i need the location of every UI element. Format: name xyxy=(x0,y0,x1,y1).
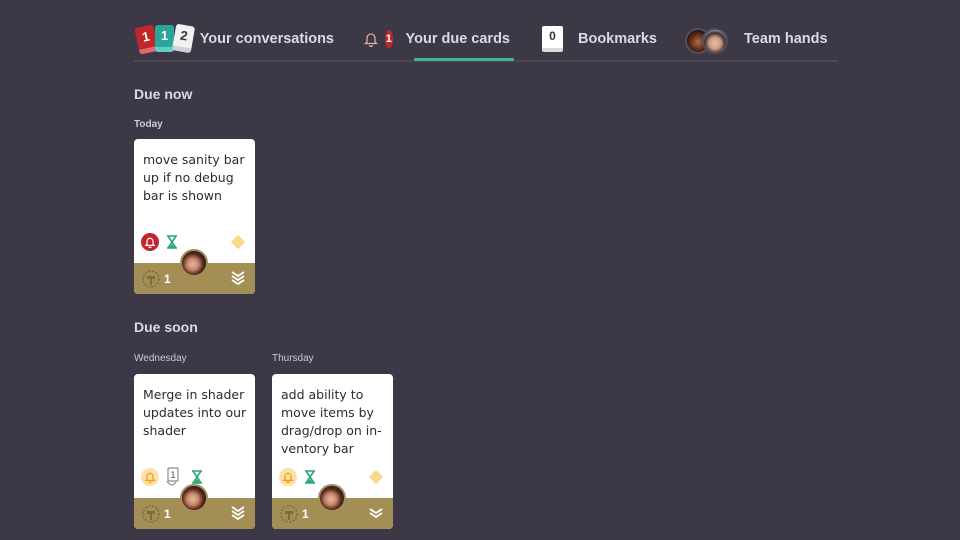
hourglass-icon xyxy=(191,470,203,484)
bell-overdue-icon xyxy=(141,233,159,251)
owner-avatar[interactable] xyxy=(180,249,208,277)
tab-label-text: Your due cards xyxy=(405,31,510,47)
effort-hammer-icon xyxy=(142,270,160,288)
mini-card-white: 2 xyxy=(171,23,196,54)
card-footer: 1 xyxy=(134,249,255,294)
priority-diamond-icon xyxy=(368,469,384,485)
tab-team-hands[interactable]: Team hands xyxy=(685,18,840,60)
chevrons-down-icon[interactable] xyxy=(230,504,246,520)
tab-label: Bookmarks xyxy=(578,31,657,47)
top-nav: 1 1 2 Your conversations 1 Your due card… xyxy=(134,18,840,62)
section-title-due-soon: Due soon xyxy=(134,319,198,335)
avatar-teammate-2 xyxy=(702,28,728,54)
day-label: Wednesday xyxy=(134,353,187,364)
effort-hammer-icon xyxy=(280,505,298,523)
tab-your-conversations[interactable]: 1 1 2 Your conversations xyxy=(134,18,334,60)
bookmark-card-icon: 0 xyxy=(542,26,563,52)
tab-label: Team hands xyxy=(744,31,828,47)
effort-count: 1 xyxy=(164,272,171,286)
day-label: Today xyxy=(134,119,163,130)
tab-label: Your due cards xyxy=(406,31,510,47)
day-label: Thursday xyxy=(272,353,314,364)
section-title-due-now: Due now xyxy=(134,86,193,102)
chevrons-down-icon[interactable] xyxy=(368,504,384,520)
card-title: add ability to move items by drag/drop o… xyxy=(281,387,382,456)
bell-icon xyxy=(364,31,378,47)
due-card[interactable]: Merge in shader updates into our shader … xyxy=(134,374,255,529)
bell-upcoming-icon xyxy=(141,468,159,486)
tab-bookmarks[interactable]: 0 Bookmarks xyxy=(542,18,662,60)
priority-diamond-icon xyxy=(230,234,246,250)
owner-avatar[interactable] xyxy=(180,484,208,512)
hourglass-icon xyxy=(304,470,316,484)
card-title: move sanity bar up if no debug bar is sh… xyxy=(143,152,245,203)
card-stack-icon: 1 1 2 xyxy=(134,22,196,56)
team-avatars-icon xyxy=(685,26,731,54)
owner-avatar[interactable] xyxy=(318,484,346,512)
hourglass-icon xyxy=(166,235,178,249)
due-card[interactable]: move sanity bar up if no debug bar is sh… xyxy=(134,139,255,294)
due-card[interactable]: add ability to move items by drag/drop o… xyxy=(272,374,393,529)
card-footer: 1 xyxy=(272,484,393,529)
checklist-count: 1 xyxy=(170,471,176,481)
card-title: Merge in shader updates into our shader xyxy=(143,387,247,438)
effort-hammer-icon xyxy=(142,505,160,523)
effort-count: 1 xyxy=(164,507,171,521)
checklist-card-icon: 1 xyxy=(165,467,181,487)
chevrons-down-icon[interactable] xyxy=(230,269,246,285)
effort-count: 1 xyxy=(302,507,309,521)
bell-upcoming-icon xyxy=(279,468,297,486)
tab-label: Your conversations xyxy=(199,31,334,47)
due-count-badge: 1 xyxy=(385,30,393,48)
card-footer: 1 xyxy=(134,484,255,529)
active-tab-indicator xyxy=(414,58,514,61)
tab-your-due-cards[interactable]: 1 Your due cards xyxy=(364,18,514,61)
